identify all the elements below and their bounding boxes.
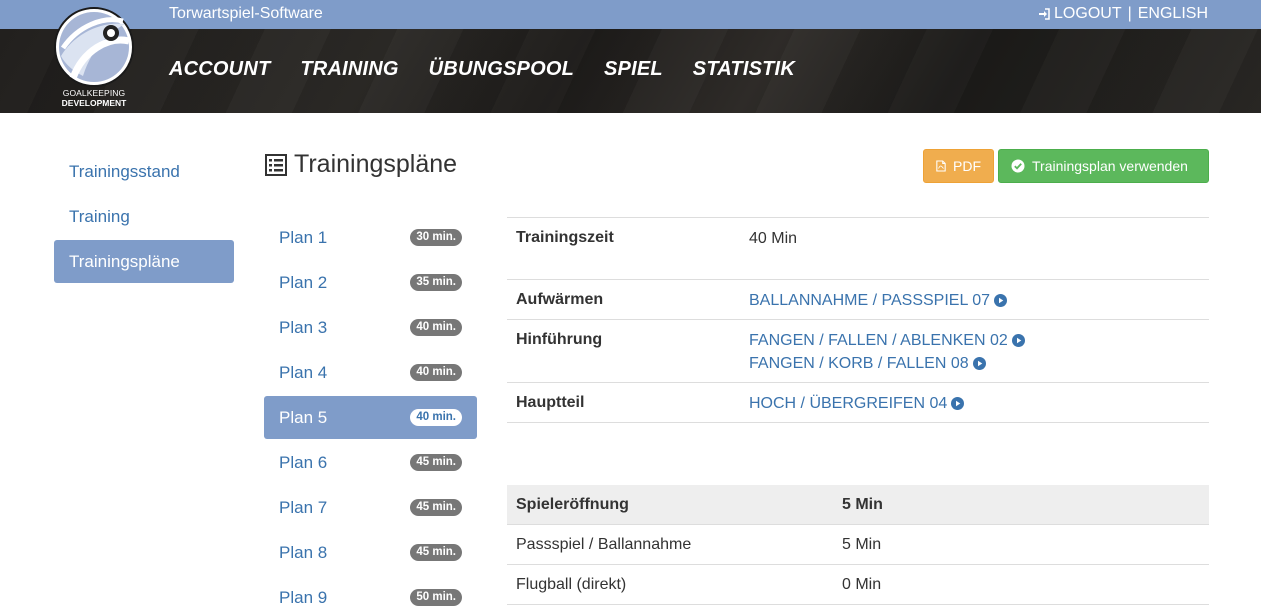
plan-label: Plan 6 <box>279 452 328 472</box>
exercise-link-text: FANGEN / FALLEN / ABLENKEN 02 <box>749 332 1008 349</box>
nav-band: ACCOUNT TRAINING ÜBUNGSPOOL SPIEL STATIS… <box>0 29 1261 113</box>
separator: | <box>1127 5 1132 22</box>
duration-badge: 45 min. <box>410 544 462 561</box>
summary-row-label: Flugball (direkt) <box>516 575 627 593</box>
top-right-links: LOGOUT | ENGLISH <box>1038 5 1208 23</box>
details-row-trainingszeit: Trainingszeit 40 Min <box>507 218 1209 280</box>
plan-details-table: Trainingszeit 40 Min Aufwärmen BALLANNAH… <box>507 217 1209 423</box>
duration-badge: 45 min. <box>410 499 462 516</box>
exercise-link[interactable]: FANGEN / FALLEN / ABLENKEN 02 <box>749 329 1025 352</box>
plan-label: Plan 5 <box>279 407 328 427</box>
plan-label: Plan 3 <box>279 317 328 337</box>
details-row-hauptteil: Hauptteil HOCH / ÜBERGREIFEN 04 <box>507 383 1209 423</box>
exercise-link-text: BALLANNAHME / PASSSPIEL 07 <box>749 292 990 309</box>
summary-row-label: Passspiel / Ballannahme <box>516 535 692 553</box>
logout-label: LOGOUT <box>1054 5 1122 22</box>
goalkeeper-logo-icon <box>54 7 134 87</box>
plan-item-2[interactable]: Plan 2 35 min. <box>264 261 477 304</box>
exercise-link[interactable]: HOCH / ÜBERGREIFEN 04 <box>749 392 965 415</box>
duration-badge: 45 min. <box>410 454 462 471</box>
logo-line2: DEVELOPMENT <box>61 98 127 108</box>
summary-table: Spieleröffnung 5 Min Passspiel / Ballann… <box>507 485 1209 605</box>
nav-training[interactable]: TRAINING <box>300 58 398 81</box>
plan-label: Plan 9 <box>279 587 328 607</box>
details-row-aufwaermen: Aufwärmen BALLANNAHME / PASSSPIEL 07 <box>507 280 1209 320</box>
pdf-button[interactable]: PDF <box>923 149 994 183</box>
sidebar: Trainingsstand Training Trainingspläne <box>54 150 234 285</box>
file-pdf-icon <box>936 160 946 172</box>
play-circle-icon <box>972 357 986 370</box>
list-alt-icon <box>265 153 287 176</box>
page-title: Trainingspläne <box>265 150 457 179</box>
summary-header-label: Spieleröffnung <box>516 495 629 513</box>
plan-item-3[interactable]: Plan 3 40 min. <box>264 306 477 349</box>
exercise-link-text: HOCH / ÜBERGREIFEN 04 <box>749 395 948 412</box>
hinfuehrung-links: FANGEN / FALLEN / ABLENKEN 02 FANGEN / K… <box>749 329 1025 373</box>
duration-badge: 40 min. <box>410 364 462 381</box>
check-circle-icon <box>1011 159 1025 173</box>
plan-item-5[interactable]: Plan 5 40 min. <box>264 396 477 439</box>
trainingszeit-value: 40 Min <box>749 230 798 247</box>
exercise-link[interactable]: FANGEN / KORB / FALLEN 08 <box>749 352 1025 375</box>
exercise-link[interactable]: BALLANNAHME / PASSSPIEL 07 <box>749 289 1007 312</box>
sidebar-item-training[interactable]: Training <box>54 195 234 238</box>
use-button-label: Trainingsplan verwenden <box>1032 158 1188 174</box>
nav-uebungspool[interactable]: ÜBUNGSPOOL <box>429 58 574 81</box>
sidebar-item-trainingsplaene[interactable]: Trainingspläne <box>54 240 234 283</box>
sidebar-item-trainingsstand[interactable]: Trainingsstand <box>54 150 234 193</box>
duration-badge: 35 min. <box>410 274 462 291</box>
plan-item-1[interactable]: Plan 1 30 min. <box>264 216 477 259</box>
play-circle-icon <box>951 397 965 410</box>
aufwaermen-links: BALLANNAHME / PASSSPIEL 07 <box>749 289 1007 310</box>
nav-spiel[interactable]: SPIEL <box>604 58 663 81</box>
duration-badge: 30 min. <box>410 229 462 246</box>
hauptteil-label: Hauptteil <box>516 394 585 411</box>
plans-list: Plan 1 30 min. Plan 2 35 min. Plan 3 40 … <box>264 216 477 616</box>
plan-label: Plan 2 <box>279 272 328 292</box>
hauptteil-links: HOCH / ÜBERGREIFEN 04 <box>749 392 965 415</box>
duration-badge: 40 min. <box>410 319 462 336</box>
plan-item-6[interactable]: Plan 6 45 min. <box>264 441 477 484</box>
summary-row-value: 5 Min <box>842 535 882 553</box>
page-title-text: Trainingspläne <box>294 150 458 178</box>
plan-label: Plan 4 <box>279 362 328 382</box>
play-circle-icon <box>994 294 1007 307</box>
summary-row: Flugball (direkt) 0 Min <box>507 565 1209 605</box>
logout-link[interactable]: LOGOUT <box>1038 5 1122 23</box>
nav-account[interactable]: ACCOUNT <box>169 58 270 81</box>
use-trainingsplan-button[interactable]: Trainingsplan verwenden <box>998 149 1209 183</box>
hinfuehrung-label: Hinführung <box>516 331 603 348</box>
plan-label: Plan 7 <box>279 497 328 517</box>
plan-item-4[interactable]: Plan 4 40 min. <box>264 351 477 394</box>
app-title: Torwartspiel-Software <box>169 5 323 22</box>
trainingszeit-label: Trainingszeit <box>516 229 614 246</box>
summary-row: Passspiel / Ballannahme 5 Min <box>507 525 1209 565</box>
pdf-button-label: PDF <box>953 158 981 174</box>
logo-line1: GOALKEEPING <box>62 88 126 98</box>
summary-header-value: 5 Min <box>842 495 883 513</box>
details-row-hinfuehrung: Hinführung FANGEN / FALLEN / ABLENKEN 02… <box>507 320 1209 383</box>
plan-label: Plan 1 <box>279 227 328 247</box>
summary-row-value: 0 Min <box>842 575 882 593</box>
play-circle-icon <box>1011 334 1025 347</box>
plan-item-7[interactable]: Plan 7 45 min. <box>264 486 477 529</box>
aufwaermen-label: Aufwärmen <box>516 291 604 308</box>
plan-label: Plan 8 <box>279 542 328 562</box>
nav-statistik[interactable]: STATISTIK <box>693 58 795 81</box>
sign-in-icon <box>1039 8 1050 20</box>
duration-badge: 40 min. <box>410 409 462 426</box>
main-nav: ACCOUNT TRAINING ÜBUNGSPOOL SPIEL STATIS… <box>169 58 825 81</box>
plan-item-9[interactable]: Plan 9 50 min. <box>264 576 477 616</box>
logo[interactable]: GOALKEEPING DEVELOPMENT <box>53 6 135 110</box>
exercise-link-text: FANGEN / KORB / FALLEN 08 <box>749 355 969 372</box>
logo-text: GOALKEEPING DEVELOPMENT <box>53 88 135 108</box>
duration-badge: 50 min. <box>410 589 462 606</box>
summary-header-row: Spieleröffnung 5 Min <box>507 485 1209 525</box>
language-link[interactable]: ENGLISH <box>1138 5 1208 23</box>
plan-item-8[interactable]: Plan 8 45 min. <box>264 531 477 574</box>
